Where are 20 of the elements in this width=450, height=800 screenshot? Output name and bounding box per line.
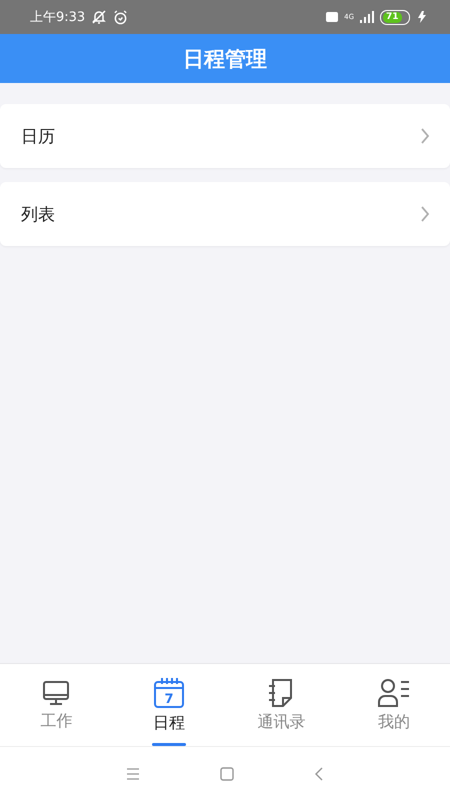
back-icon[interactable] (314, 766, 324, 780)
tab[interactable]: 工作 (0, 664, 112, 746)
menu-icon[interactable] (126, 768, 140, 780)
chevron-right-icon (420, 128, 430, 144)
menu-item[interactable]: 列表 (0, 182, 450, 246)
chevron-right-icon (420, 206, 430, 222)
home-icon[interactable] (220, 766, 234, 780)
tab[interactable]: 我的 (338, 664, 450, 746)
person-icon (378, 678, 410, 708)
monitor-icon (42, 678, 70, 706)
signal-icon (360, 11, 374, 23)
status-time: 上午9:33 (30, 9, 86, 26)
menu-item[interactable]: 日历 (0, 104, 450, 168)
tab[interactable]: 7 日程 (112, 664, 225, 746)
alarm-icon (113, 10, 128, 24)
tab[interactable]: 通讯录 (225, 664, 338, 746)
charging-icon (416, 11, 428, 23)
notifications-off-icon (91, 9, 108, 25)
page-title: 日程管理 (183, 46, 267, 72)
battery-icon: 71 (380, 10, 410, 24)
